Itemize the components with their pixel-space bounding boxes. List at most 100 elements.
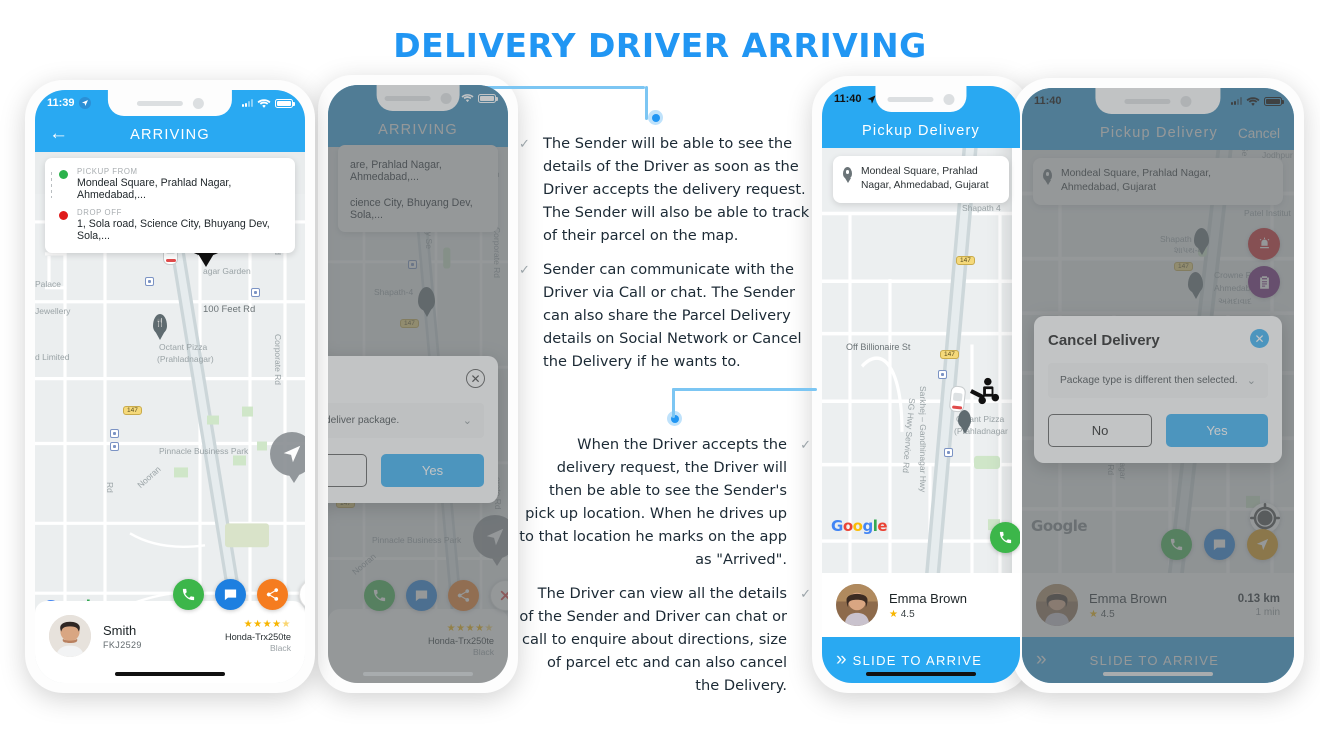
- transit-icon: [938, 370, 947, 379]
- speaker-grille: [384, 95, 431, 101]
- pickup-label: PICKUP FROM: [77, 167, 138, 176]
- cancel-reason-value: Package type is different then selected.: [1060, 375, 1238, 386]
- map-label: Palace: [35, 279, 61, 289]
- no-button[interactable]: [328, 454, 367, 487]
- front-camera: [943, 93, 955, 105]
- pickup-row: PICKUP FROM Mondeal Square, Prahlad Naga…: [57, 167, 283, 201]
- no-button[interactable]: No: [1048, 414, 1152, 447]
- transit-icon: [145, 277, 154, 286]
- close-circle-icon[interactable]: ✕: [466, 369, 485, 388]
- dropoff-label: DROP OFF: [77, 208, 122, 217]
- dialog-buttons: Yes: [328, 454, 484, 487]
- navigation-arrow-icon: [78, 97, 91, 109]
- driver-vehicle-color: Black: [269, 643, 291, 653]
- scooter-rider-icon: [970, 377, 1000, 405]
- phone-mockup-2: ARRIVING Corporate Rd Se Shapath-4 Pinna…: [318, 75, 518, 693]
- screenshot-root: DELIVERY DRIVER ARRIVING ARRIVING Corpor…: [0, 0, 1320, 753]
- callout-paragraph: ✓ The Sender will be able to see the det…: [519, 135, 810, 244]
- double-chevron-right-icon: »: [836, 649, 848, 670]
- highway-badge: 147: [123, 406, 142, 415]
- home-indicator: [1103, 672, 1213, 676]
- front-camera: [192, 97, 204, 109]
- transit-icon: [110, 429, 119, 438]
- cancel-reason-select[interactable]: Package type is different then selected.…: [1048, 363, 1268, 398]
- check-circle-icon: ✓: [519, 137, 530, 152]
- map-label: Octant Pizza: [159, 342, 208, 352]
- phone2-cancel-dialog: ivery ✕ r denied to deliver package. ⌄ Y…: [328, 356, 498, 503]
- dialog-title: ivery: [328, 372, 484, 389]
- map-label: Jewellery: [35, 306, 71, 316]
- phone1-action-buttons: [173, 579, 305, 610]
- signal-icon: [1231, 97, 1242, 105]
- dropoff-value: 1, Sola road, Science City, Bhuyang Dev,…: [77, 218, 270, 242]
- close-circle-icon[interactable]: ✕: [1250, 329, 1269, 348]
- dialog-title: Cancel Delivery: [1048, 332, 1160, 349]
- yes-button[interactable]: Yes: [1166, 414, 1268, 447]
- map-label: Corporate Rd: [273, 334, 283, 386]
- phone-mockup-4: 11:40 Pickup Delivery Cancel Se Jodhpur …: [1012, 78, 1304, 693]
- chevron-down-icon: ⌄: [1246, 375, 1256, 387]
- yes-button[interactable]: Yes: [381, 454, 484, 487]
- callout-paragraph: ✓ The Driver can view all the details of…: [519, 585, 811, 694]
- driver-identity: Smith FKJ2529: [103, 623, 142, 650]
- status-time: 11:39: [47, 97, 75, 109]
- chat-button[interactable]: [215, 579, 246, 610]
- avatar-image: [49, 615, 91, 657]
- slide-label: SLIDE TO ARRIVE: [852, 652, 983, 668]
- connector-bottom: [672, 388, 817, 420]
- driver-rating: ★ 4.5: [889, 608, 915, 620]
- phone-mockup-3: 11:40 Pickup Delivery Shapath 4 Off Bill…: [812, 76, 1030, 693]
- avatar: [49, 615, 91, 657]
- phone4-screen: 11:40 Pickup Delivery Cancel Se Jodhpur …: [1022, 88, 1294, 683]
- speaker-grille: [136, 100, 183, 106]
- phone1-title: ARRIVING: [130, 127, 210, 143]
- highway-badge: 147: [956, 256, 975, 265]
- phone3-slide-to-arrive[interactable]: » SLIDE TO ARRIVE: [822, 637, 1020, 683]
- phone3-notch: [875, 86, 967, 112]
- home-indicator: [866, 672, 976, 676]
- phone3-action-buttons: [990, 522, 1020, 553]
- pickup-location-text: Mondeal Square, Prahlad Nagar, Ahmedabad…: [861, 166, 989, 191]
- callout-paragraph: ✓ Sender can communicate with the Driver…: [519, 261, 802, 370]
- check-circle-icon: ✓: [519, 263, 530, 278]
- driver-identity: Emma Brown ★ 4.5: [889, 591, 967, 620]
- map-poi-pin: [958, 410, 971, 428]
- back-arrow-icon[interactable]: ←: [49, 124, 71, 143]
- call-button[interactable]: [173, 579, 204, 610]
- map-label: (Prahladnagar): [157, 354, 214, 364]
- battery-icon: [478, 93, 498, 103]
- dropoff-dot-icon: [59, 211, 68, 220]
- front-camera: [1180, 95, 1192, 107]
- wifi-icon: [461, 94, 474, 103]
- wifi-icon: [1246, 96, 1260, 106]
- map-label: 100 Feet Rd: [203, 304, 256, 315]
- transit-icon: [944, 448, 953, 457]
- dialog-buttons: No Yes: [1048, 414, 1268, 447]
- map-label: Sarkhej – Gandhinagar Hwy: [918, 386, 928, 493]
- route-dash-line: [51, 172, 52, 198]
- cancel-button[interactable]: [299, 579, 305, 610]
- driver-vehicle: Honda-Trx250te: [224, 632, 291, 642]
- battery-icon: [275, 98, 295, 108]
- phone3-pickup-location[interactable]: Mondeal Square, Prahlad Nagar, Ahmedabad…: [833, 156, 1009, 203]
- map-label: agar Garden: [203, 266, 251, 276]
- driver-name: Emma Brown: [889, 590, 968, 606]
- check-circle-icon: ✓: [800, 587, 811, 602]
- phone3-title: Pickup Delivery: [862, 123, 980, 139]
- driver-rating-stars: ★★★★★: [243, 619, 291, 630]
- driver-vehicle-info: ★★★★★ Honda-Trx250te Black: [225, 619, 291, 653]
- map-poi-pin: 🍴: [153, 314, 167, 334]
- phone3-driver-sheet: Emma Brown ★ 4.5: [822, 573, 1020, 637]
- chevron-down-icon: ⌄: [462, 415, 472, 427]
- pickup-dot-icon: [59, 170, 68, 179]
- map-label: d Limited: [35, 352, 70, 362]
- phone2-notch: [376, 85, 460, 111]
- map-label: Shapath 4: [962, 203, 1001, 213]
- transit-icon: [110, 442, 119, 451]
- phone-mockup-1: 11:39 ← ARRIVING Palace Jewellery d Limi…: [25, 80, 315, 693]
- cancel-reason-select[interactable]: r denied to deliver package. ⌄: [328, 403, 484, 438]
- transit-icon: [251, 288, 260, 297]
- share-button[interactable]: [257, 579, 288, 610]
- call-button[interactable]: [990, 522, 1020, 553]
- avatar: [836, 584, 878, 626]
